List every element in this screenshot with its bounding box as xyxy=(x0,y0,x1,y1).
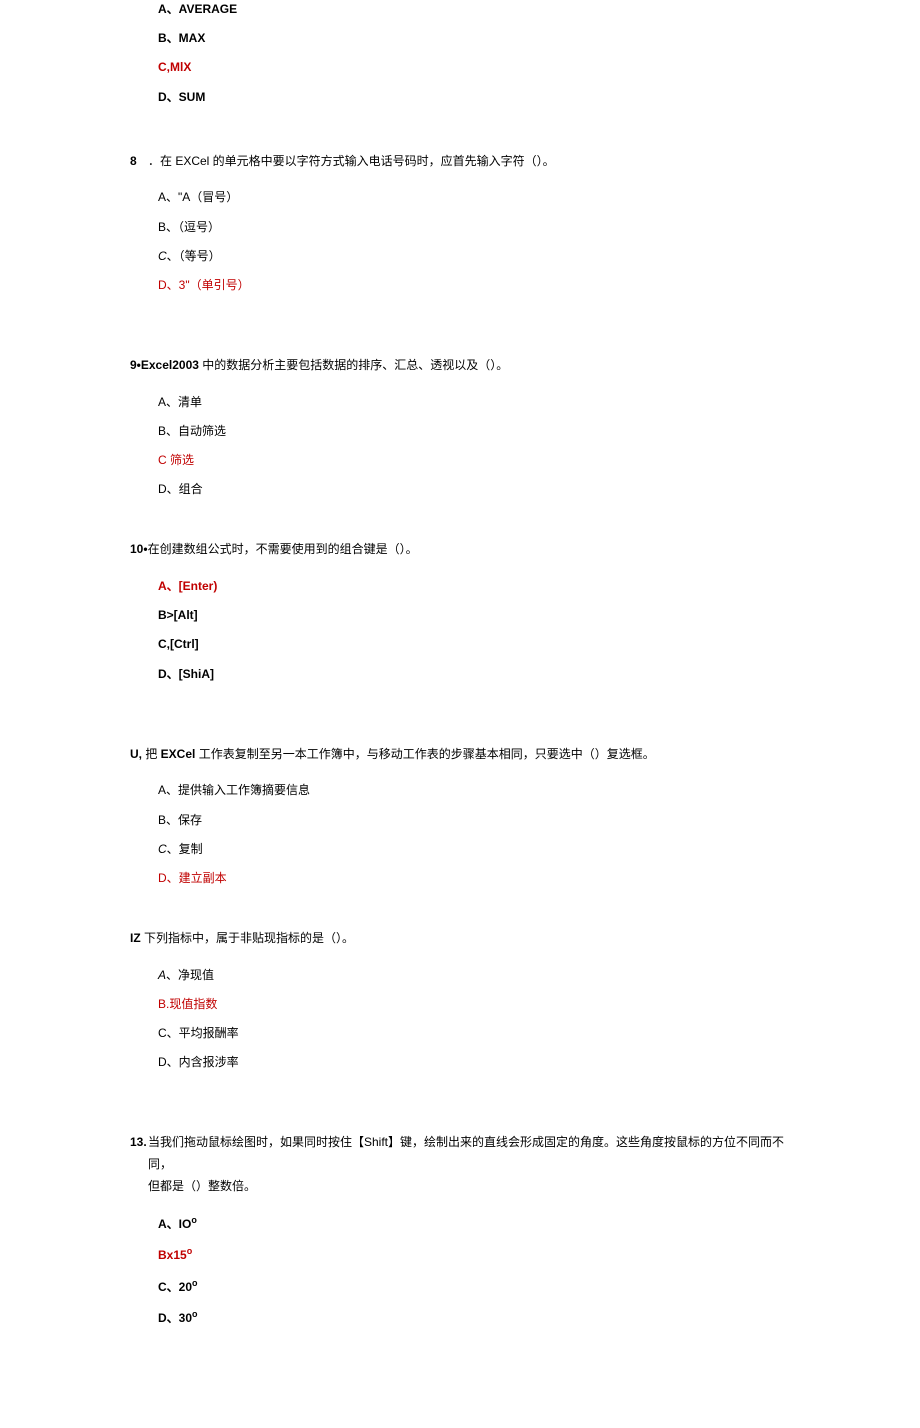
q13-text-line2: 但都是（）整数倍。 xyxy=(148,1179,256,1193)
question-7-options: A、AVERAGE B、MAX C,MlX D、SUM xyxy=(130,0,790,107)
question-12: IZ 下列指标中，属于非贴现指标的是（）。 A、净现值 B.现值指数 C、平均报… xyxy=(130,928,790,1072)
q8-option-d: D、3"（单引号） xyxy=(158,276,790,295)
q10-text: 10•在创建数组公式时，不需要使用到的组合键是（）。 xyxy=(130,539,790,561)
q10-options: A、[Enter) B>[Alt] C,[Ctrl] D、[ShiA] xyxy=(130,577,790,684)
q13-text: 当我们拖动鼠标绘图时，如果同时按住【Shift】键，绘制出来的直线会形成固定的角… xyxy=(148,1132,790,1197)
q12-option-d: D、内含报涉率 xyxy=(158,1053,790,1072)
q12-options: A、净现值 B.现值指数 C、平均报酬率 D、内含报涉率 xyxy=(130,966,790,1073)
q13-text-line1: 当我们拖动鼠标绘图时，如果同时按住【Shift】键，绘制出来的直线会形成固定的角… xyxy=(148,1135,784,1171)
q11-option-c: C、复制 xyxy=(158,840,790,859)
q12-option-c: C、平均报酬率 xyxy=(158,1024,790,1043)
question-8: 8 ．在 EXCel 的单元格中要以字符方式输入电话号码时，应首先输入字符（）。… xyxy=(130,151,790,295)
q7-option-a: A、AVERAGE xyxy=(158,0,790,19)
q11-text: U, 把 EXCel 工作表复制至另一本工作簿中，与移动工作表的步骤基本相同，只… xyxy=(130,744,790,766)
q10-option-c: C,[Ctrl] xyxy=(158,635,790,654)
spacer xyxy=(130,1112,790,1132)
question-10: 10•在创建数组公式时，不需要使用到的组合键是（）。 A、[Enter) B>[… xyxy=(130,539,790,683)
q9-options: A、清单 B、自动筛选 C 筛选 D、组合 xyxy=(130,393,790,500)
q8-number: 8 xyxy=(130,151,148,173)
q7-option-b: B、MAX xyxy=(158,29,790,48)
q13-option-b: Bx15o xyxy=(158,1244,790,1265)
q10-option-d: D、[ShiA] xyxy=(158,665,790,684)
spacer xyxy=(130,724,790,744)
q13-option-a: A、IOo xyxy=(158,1213,790,1234)
q13-option-d: D、30o xyxy=(158,1307,790,1328)
q8-text: ．在 EXCel 的单元格中要以字符方式输入电话号码时，应首先输入字符（）。 xyxy=(148,151,790,173)
q12-option-b: B.现值指数 xyxy=(158,995,790,1014)
q13-option-c: C、20o xyxy=(158,1276,790,1297)
q9-option-c: C 筛选 xyxy=(158,451,790,470)
q9-option-a: A、清单 xyxy=(158,393,790,412)
spacer xyxy=(130,335,790,355)
q8-option-b: B、（逗号） xyxy=(158,218,790,237)
q9-option-b: B、自动筛选 xyxy=(158,422,790,441)
q9-text: 9•Excel2003 中的数据分析主要包括数据的排序、汇总、透视以及（）。 xyxy=(130,355,790,377)
q11-option-b: B、保存 xyxy=(158,811,790,830)
q11-option-a: A、提供输入工作簿摘要信息 xyxy=(158,781,790,800)
q12-text: IZ 下列指标中，属于非贴现指标的是（）。 xyxy=(130,928,790,950)
q8-option-a: A、"A（冒号） xyxy=(158,188,790,207)
document-page: A、AVERAGE B、MAX C,MlX D、SUM 8 ．在 EXCel 的… xyxy=(0,0,920,1428)
q8-option-c: C、（等号） xyxy=(158,247,790,266)
q13-options: A、IOo Bx15o C、20o D、30o xyxy=(130,1213,790,1328)
q12-stem: IZ 下列指标中，属于非贴现指标的是（）。 xyxy=(130,928,790,950)
question-13: 13. 当我们拖动鼠标绘图时，如果同时按住【Shift】键，绘制出来的直线会形成… xyxy=(130,1132,790,1328)
q10-option-b: B>[Alt] xyxy=(158,606,790,625)
question-9: 9•Excel2003 中的数据分析主要包括数据的排序、汇总、透视以及（）。 A… xyxy=(130,355,790,499)
q11-stem: U, 把 EXCel 工作表复制至另一本工作簿中，与移动工作表的步骤基本相同，只… xyxy=(130,744,790,766)
q11-options: A、提供输入工作簿摘要信息 B、保存 C、复制 D、建立副本 xyxy=(130,781,790,888)
q12-option-a: A、净现值 xyxy=(158,966,790,985)
q10-option-a: A、[Enter) xyxy=(158,577,790,596)
q9-option-d: D、组合 xyxy=(158,480,790,499)
q7-option-d: D、SUM xyxy=(158,88,790,107)
q13-number: 13. xyxy=(130,1132,148,1197)
q8-stem: 8 ．在 EXCel 的单元格中要以字符方式输入电话号码时，应首先输入字符（）。 xyxy=(130,151,790,173)
q11-option-d: D、建立副本 xyxy=(158,869,790,888)
q9-stem: 9•Excel2003 中的数据分析主要包括数据的排序、汇总、透视以及（）。 xyxy=(130,355,790,377)
q13-stem: 13. 当我们拖动鼠标绘图时，如果同时按住【Shift】键，绘制出来的直线会形成… xyxy=(130,1132,790,1197)
q7-option-c: C,MlX xyxy=(158,58,790,77)
question-11: U, 把 EXCel 工作表复制至另一本工作簿中，与移动工作表的步骤基本相同，只… xyxy=(130,744,790,888)
q8-options: A、"A（冒号） B、（逗号） C、（等号） D、3"（单引号） xyxy=(130,188,790,295)
q10-stem: 10•在创建数组公式时，不需要使用到的组合键是（）。 xyxy=(130,539,790,561)
